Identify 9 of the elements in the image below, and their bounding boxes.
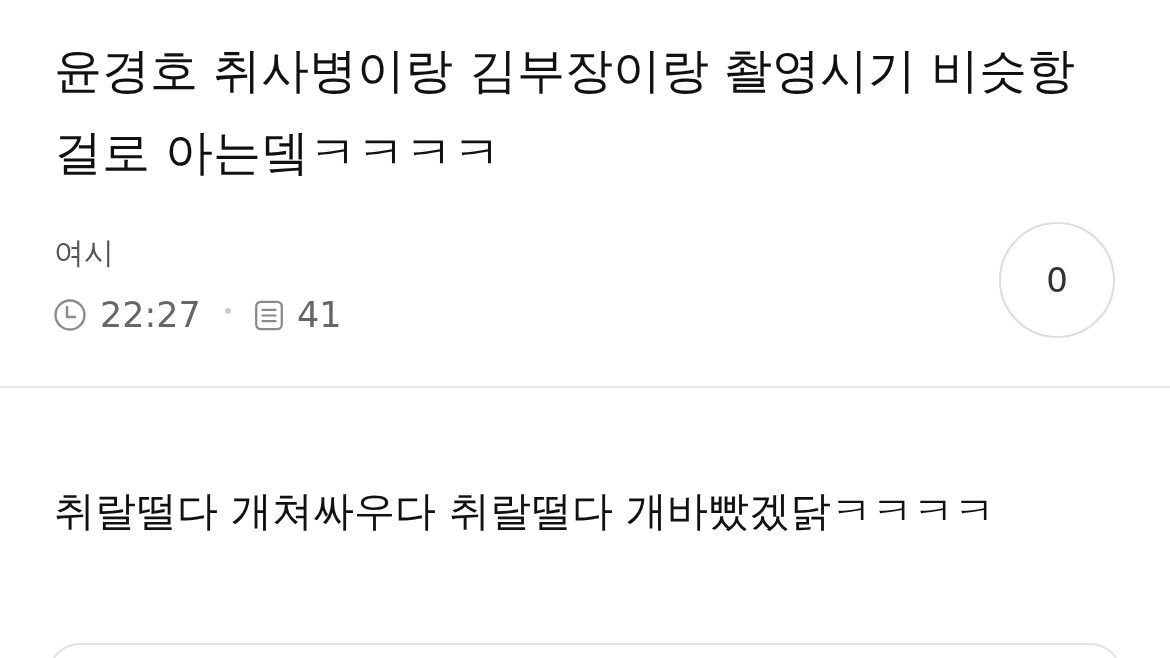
vote-count-button[interactable]: 0 <box>999 222 1115 338</box>
post-body-text: 취랄떨다 개쳐싸우다 취랄떨다 개바빴겠닭ㅋㅋㅋㅋ <box>54 486 997 537</box>
document-icon <box>254 299 283 331</box>
post-time: 22:27 <box>100 294 201 337</box>
post-title: 윤경호 취사병이랑 김부장이랑 촬영시기 비슷항 걸로 아는뎈ㅋㅋㅋㅋ <box>54 41 1077 182</box>
comment-count: 41 <box>296 294 342 337</box>
separator-dot-icon <box>224 308 231 314</box>
author-name: 여시 <box>54 235 114 271</box>
clock-icon <box>54 299 86 331</box>
